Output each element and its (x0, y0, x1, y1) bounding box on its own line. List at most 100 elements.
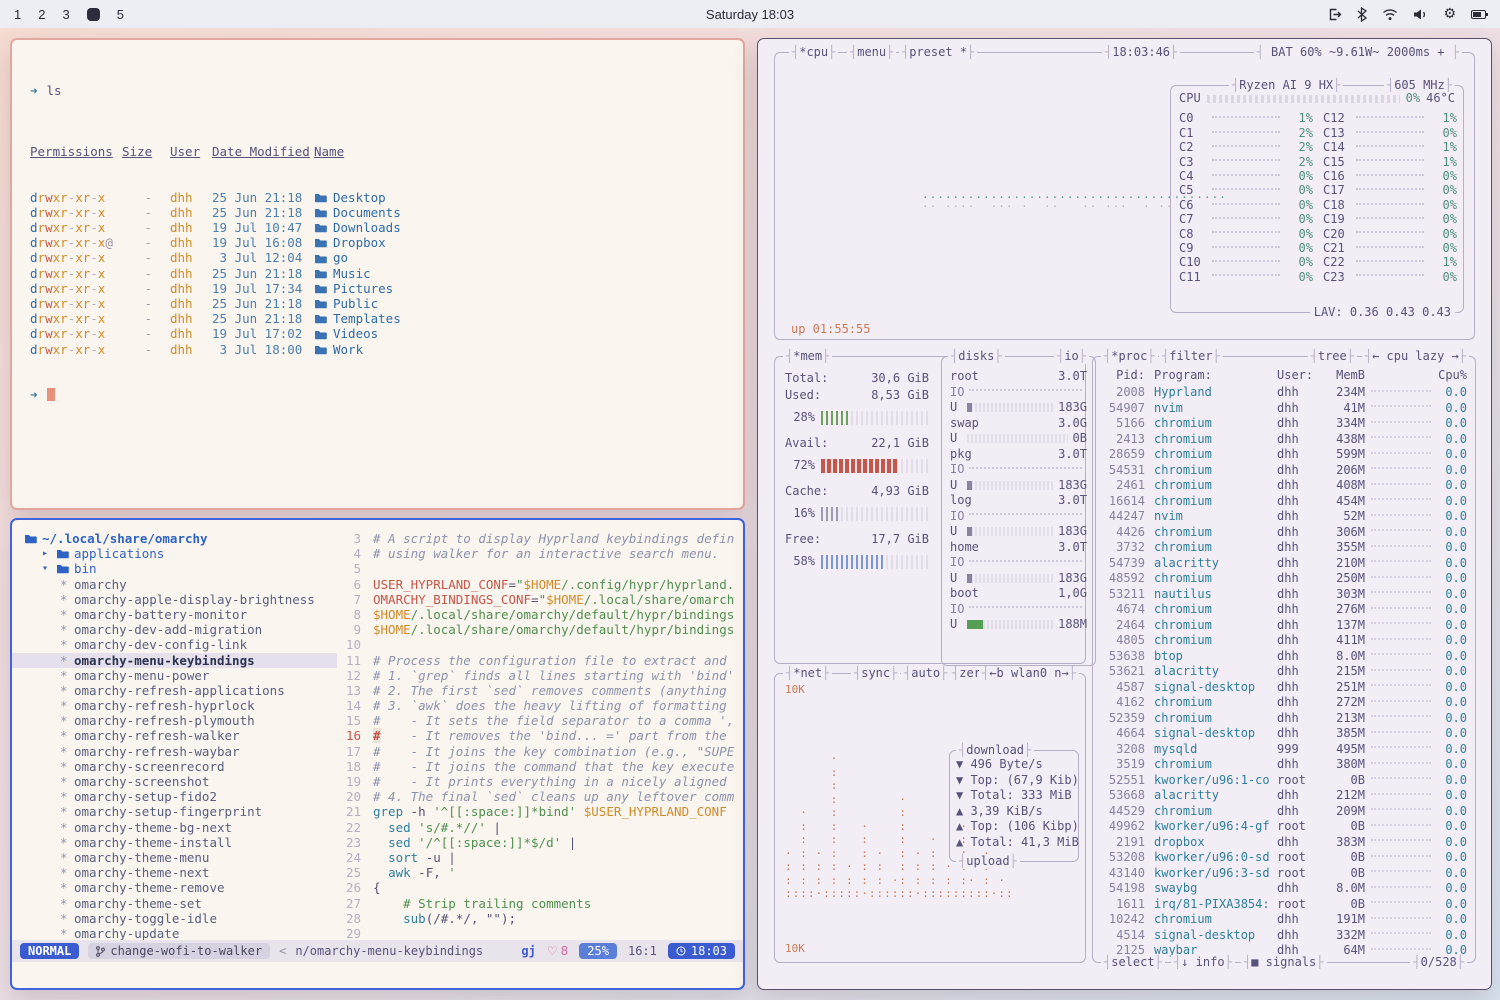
proc-column-header[interactable]: Cpu% (1437, 368, 1467, 384)
interval-plus-button[interactable]: + (1437, 45, 1444, 59)
process-row[interactable]: 10242chromiumdhh191M0.0 (1093, 912, 1475, 928)
info-hint[interactable]: ↓ info (1171, 955, 1235, 970)
tree-item[interactable]: *omarchy-theme-next (12, 865, 337, 880)
process-row[interactable]: 2413chromiumdhh438M0.0 (1093, 432, 1475, 448)
tree-item[interactable]: *omarchy-theme-menu (12, 850, 337, 865)
tree-item[interactable]: *omarchy-setup-fingerprint (12, 804, 337, 819)
process-row[interactable]: 4587signal-desktopdhh251M0.0 (1093, 680, 1475, 696)
tree-item[interactable]: *omarchy-update (12, 926, 337, 941)
process-row[interactable]: 54907nvimdhh41M0.0 (1093, 401, 1475, 417)
bluetooth-icon[interactable] (1357, 7, 1367, 22)
tree-item[interactable]: *omarchy-dev-config-link (12, 637, 337, 652)
tree-item[interactable]: *omarchy-refresh-applications (12, 683, 337, 698)
process-row[interactable]: 44247nvimdhh52M0.0 (1093, 509, 1475, 525)
process-row[interactable]: 4805chromiumdhh411M0.0 (1093, 633, 1475, 649)
process-row[interactable]: 54198swaybgdhh8.0M0.0 (1093, 881, 1475, 897)
tree-item[interactable]: *omarchy-refresh-hyprlock (12, 698, 337, 713)
process-row[interactable]: 44529chromiumdhh209M0.0 (1093, 804, 1475, 820)
wifi-icon[interactable] (1382, 8, 1398, 21)
tree-root[interactable]: ~/.local/share/omarchy (12, 531, 337, 546)
net-auto-button[interactable]: auto (901, 666, 950, 681)
process-row[interactable]: 4514signal-desktopdhh332M0.0 (1093, 928, 1475, 944)
sort-selector[interactable]: ← cpu lazy → (1362, 349, 1469, 364)
process-row[interactable]: 53668alacrittydhh212M0.0 (1093, 788, 1475, 804)
process-row[interactable]: 3519chromiumdhh380M0.0 (1093, 757, 1475, 773)
tree-item[interactable]: ▾bin (12, 561, 337, 576)
signals-hint[interactable]: ■ signals (1241, 955, 1327, 970)
net-sync-button[interactable]: sync (851, 666, 900, 681)
process-row[interactable]: 48592chromiumdhh250M0.0 (1093, 571, 1475, 587)
process-row[interactable]: 16614chromiumdhh454M0.0 (1093, 494, 1475, 510)
process-row[interactable]: 2191dropboxdhh383M0.0 (1093, 835, 1475, 851)
volume-icon[interactable] (1413, 8, 1428, 21)
tree-item[interactable]: *omarchy-apple-display-brightness (12, 592, 337, 607)
process-row[interactable]: 54531chromiumdhh206M0.0 (1093, 463, 1475, 479)
code-editor[interactable]: 3# A script to display Hyprland keybindi… (337, 520, 743, 962)
tree-item[interactable]: *omarchy-refresh-waybar (12, 744, 337, 759)
tree-item[interactable]: *omarchy-theme-set (12, 896, 337, 911)
cpu-temperature: 46°C (1426, 91, 1455, 107)
process-row[interactable]: 2008Hyprlanddhh234M0.0 (1093, 385, 1475, 401)
process-row[interactable]: 53208kworker/u96:0-sdroot0B0.0 (1093, 850, 1475, 866)
code-line: 12# 1. `grep` finds all lines starting w… (337, 668, 743, 683)
tree-item[interactable]: *omarchy-setup-fido2 (12, 789, 337, 804)
proc-box: *proc filter tree ← cpu lazy → Pid:Progr… (1092, 356, 1476, 963)
tree-item[interactable]: *omarchy-theme-install (12, 835, 337, 850)
tree-item[interactable]: *omarchy-toggle-idle (12, 911, 337, 926)
clock-icon (676, 946, 686, 956)
net-box-title[interactable]: *net (783, 666, 832, 681)
tree-item[interactable]: *omarchy-refresh-walker (12, 728, 337, 743)
proc-column-header[interactable]: Program: (1145, 368, 1275, 384)
proc-box-title[interactable]: *proc (1101, 349, 1158, 364)
tree-item[interactable]: *omarchy (12, 577, 337, 592)
process-row[interactable]: 54739alacrittydhh210M0.0 (1093, 556, 1475, 572)
process-graph (1371, 514, 1431, 516)
menu-button[interactable]: menu (847, 45, 896, 60)
tree-toggle-button[interactable]: tree (1308, 349, 1357, 364)
tree-item[interactable]: *omarchy-dev-add-migration (12, 622, 337, 637)
tree-item[interactable]: *omarchy-theme-bg-next (12, 820, 337, 835)
tree-item[interactable]: *omarchy-refresh-plymouth (12, 713, 337, 728)
battery-icon[interactable] (1471, 10, 1486, 19)
net-interface[interactable]: ←b wlan0 n→ (979, 666, 1079, 681)
tree-item[interactable]: *omarchy-battery-monitor (12, 607, 337, 622)
process-row[interactable]: 52551kworker/u96:1-coroot0B0.0 (1093, 773, 1475, 789)
tree-item[interactable]: *omarchy-screenrecord (12, 759, 337, 774)
process-row[interactable]: 5166chromiumdhh334M0.0 (1093, 416, 1475, 432)
process-row[interactable]: 53638btopdhh8.0M0.0 (1093, 649, 1475, 665)
process-row[interactable]: 53211nautilusdhh303M0.0 (1093, 587, 1475, 603)
io-mode-button[interactable]: io (1054, 349, 1089, 364)
gear-icon[interactable]: ⚙ (1443, 7, 1456, 21)
mem-box-title[interactable]: *mem (783, 349, 832, 364)
shell-input-line[interactable]: ➜ (30, 387, 743, 402)
cpu-box-title[interactable]: *cpu (789, 45, 838, 60)
tree-item[interactable]: *omarchy-menu-power (12, 668, 337, 683)
process-row[interactable]: 28659chromiumdhh599M0.0 (1093, 447, 1475, 463)
process-row[interactable]: 52359chromiumdhh213M0.0 (1093, 711, 1475, 727)
core-percent: 0% (1285, 183, 1313, 199)
process-row[interactable]: 4426chromiumdhh306M0.0 (1093, 525, 1475, 541)
tree-item[interactable]: *omarchy-menu-keybindings (12, 653, 337, 668)
process-row[interactable]: 4664signal-desktopdhh385M0.0 (1093, 726, 1475, 742)
process-row[interactable]: 2464chromiumdhh137M0.0 (1093, 618, 1475, 634)
disks-box-title[interactable]: disks (948, 349, 1005, 364)
tree-item[interactable]: *omarchy-theme-remove (12, 880, 337, 895)
process-row[interactable]: 1611irq/81-PIXA3854:root0B0.0 (1093, 897, 1475, 913)
process-row[interactable]: 49962kworker/u96:4-gfroot0B0.0 (1093, 819, 1475, 835)
filter-button[interactable]: filter (1159, 349, 1223, 364)
process-row[interactable]: 43140kworker/u96:3-sdroot0B0.0 (1093, 866, 1475, 882)
preset-button[interactable]: preset * (899, 45, 977, 60)
process-row[interactable]: 4162chromiumdhh272M0.0 (1093, 695, 1475, 711)
proc-column-header[interactable]: User: (1275, 368, 1319, 384)
process-row[interactable]: 53621alacrittydhh215M0.0 (1093, 664, 1475, 680)
process-row[interactable]: 3208mysqld999495M0.0 (1093, 742, 1475, 758)
process-row[interactable]: 3732chromiumdhh355M0.0 (1093, 540, 1475, 556)
proc-column-header[interactable]: Pid: (1099, 368, 1145, 384)
select-hint[interactable]: select (1101, 955, 1165, 970)
logout-icon[interactable] (1327, 7, 1342, 22)
process-row[interactable]: 4674chromiumdhh276M0.0 (1093, 602, 1475, 618)
process-row[interactable]: 2461chromiumdhh408M0.0 (1093, 478, 1475, 494)
tree-item[interactable]: ▸applications (12, 546, 337, 561)
proc-column-header[interactable]: MemB (1319, 368, 1365, 384)
tree-item[interactable]: *omarchy-screenshot (12, 774, 337, 789)
